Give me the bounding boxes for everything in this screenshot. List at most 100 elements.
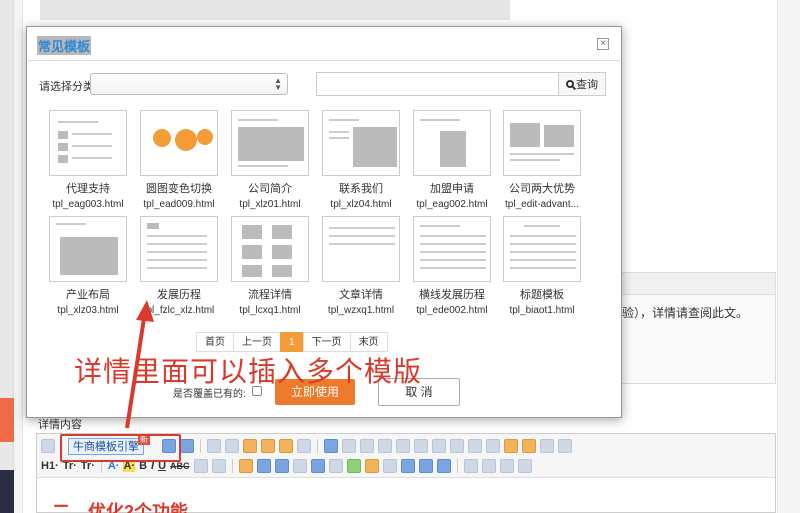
close-icon[interactable]: × [597, 38, 609, 50]
paste-text-icon[interactable] [261, 439, 275, 453]
strikethrough-button[interactable]: ABC [170, 461, 190, 471]
template-filename: tpl_fzlc_xlz.html [143, 305, 215, 316]
template-thumbnail[interactable] [140, 216, 218, 282]
unordered-list-icon[interactable] [450, 439, 464, 453]
template-grid: 代理支持 tpl_eag003.html 圆图变色切换 tpl_ead009.html… [35, 103, 613, 317]
sidebar-active-tab[interactable] [0, 398, 14, 442]
template-name: 横线发展历程 [419, 289, 485, 301]
template-filename: tpl_lcxq1.html [239, 305, 301, 316]
template-thumbnail[interactable] [231, 110, 309, 176]
template-thumbnail[interactable] [49, 110, 127, 176]
template-filename: tpl_xlz03.html [57, 305, 119, 316]
select-all-icon[interactable] [540, 439, 554, 453]
pager-next[interactable]: 下一页 [302, 332, 351, 352]
category-select[interactable]: ▲ ▼ [90, 73, 288, 95]
template-filename: tpl_ead009.html [143, 199, 215, 210]
template-name: 联系我们 [339, 183, 383, 195]
template-thumbnail[interactable] [322, 216, 400, 282]
cut-icon[interactable] [207, 439, 221, 453]
subscript-icon[interactable] [468, 439, 482, 453]
side-panel [620, 272, 776, 384]
category-label: 请选择分类 [39, 81, 94, 93]
template-card[interactable]: 横线发展历程 tpl_ede002.html [413, 216, 491, 316]
pager-last[interactable]: 末页 [349, 332, 388, 352]
code-icon[interactable] [346, 459, 361, 473]
align-center-icon[interactable] [342, 439, 356, 453]
print-icon[interactable] [297, 439, 311, 453]
multi-image-icon[interactable] [274, 459, 289, 473]
template-thumbnail[interactable] [503, 216, 581, 282]
dialog-title: 常见模板 [37, 36, 92, 55]
image-icon[interactable] [256, 459, 271, 473]
align-left-icon[interactable] [324, 439, 338, 453]
template-card[interactable]: 联系我们 tpl_xlz04.html [322, 110, 400, 210]
template-card[interactable]: 流程详情 tpl_lcxq1.html [231, 216, 309, 316]
expand-icon[interactable] [558, 439, 572, 453]
template-name: 圆图变色切换 [146, 183, 212, 195]
template-thumbnail[interactable] [231, 216, 309, 282]
eraser-icon[interactable] [211, 459, 226, 473]
template-card[interactable]: 圆图变色切换 tpl_ead009.html [140, 110, 218, 210]
link-icon[interactable] [238, 459, 253, 473]
template-thumbnail[interactable] [322, 110, 400, 176]
indent-icon[interactable] [396, 439, 410, 453]
table-icon[interactable] [193, 459, 208, 473]
ordered-list-icon[interactable] [432, 439, 446, 453]
template-thumbnail[interactable] [413, 110, 491, 176]
align-justify-icon[interactable] [378, 439, 392, 453]
redo-icon[interactable] [180, 439, 194, 453]
source-icon[interactable] [41, 439, 55, 453]
preview-icon[interactable] [499, 459, 514, 473]
attachment-icon[interactable] [292, 459, 307, 473]
copy-icon[interactable] [225, 439, 239, 453]
search-input[interactable] [316, 72, 559, 96]
search-button[interactable]: 查询 [558, 72, 606, 96]
search-button-label: 查询 [576, 79, 598, 91]
superscript-icon[interactable] [486, 439, 500, 453]
paste-word-icon[interactable] [279, 439, 293, 453]
hyperlink-icon[interactable] [418, 459, 433, 473]
pager-current[interactable]: 1 [280, 332, 304, 352]
template-name: 加盟申请 [430, 183, 474, 195]
special-char-icon[interactable] [463, 459, 478, 473]
page-top-bar [40, 0, 510, 20]
template-thumbnail[interactable] [503, 110, 581, 176]
template-filename: tpl_ede002.html [416, 305, 488, 316]
outdent-icon[interactable] [414, 439, 428, 453]
template-card[interactable]: 文章详情 tpl_wzxq1.html [322, 216, 400, 316]
side-panel-text: 验），详情请查阅此文。 [622, 306, 749, 320]
template-thumbnail[interactable] [140, 110, 218, 176]
template-card[interactable]: 加盟申请 tpl_eag002.html [413, 110, 491, 210]
template-filename: tpl_eag003.html [52, 199, 124, 210]
template-filename: tpl_biaot1.html [509, 305, 575, 316]
template-card[interactable]: 标题模板 tpl_biaot1.html [503, 216, 581, 316]
pager-first[interactable]: 首页 [196, 332, 234, 352]
page-break-icon[interactable] [517, 459, 532, 473]
pager-prev[interactable]: 上一页 [233, 332, 281, 352]
template-card[interactable]: 代理支持 tpl_eag003.html [49, 110, 127, 210]
unlink-icon[interactable] [436, 459, 451, 473]
heading-dropdown[interactable]: H1· [41, 460, 59, 472]
emoji-icon[interactable] [364, 459, 379, 473]
template-card[interactable]: 公司简介 tpl_xlz01.html [231, 110, 309, 210]
template-card[interactable]: 发展历程 tpl_fzlc_xlz.html [140, 216, 218, 316]
template-card[interactable]: 公司两大优势 tpl_edit-advant... [503, 110, 581, 210]
map-icon[interactable] [310, 459, 325, 473]
template-thumbnail[interactable] [413, 216, 491, 282]
dialog-header: 常见模板 × [27, 27, 621, 61]
paste-icon[interactable] [243, 439, 257, 453]
align-right-icon[interactable] [360, 439, 374, 453]
select-arrows-icon: ▲ ▼ [274, 76, 282, 92]
anchor-icon[interactable] [400, 459, 415, 473]
date-icon[interactable] [382, 459, 397, 473]
template-name: 公司两大优势 [509, 183, 575, 195]
clear-format-icon[interactable] [504, 439, 518, 453]
insert-frame-icon[interactable] [328, 459, 343, 473]
template-card[interactable]: 产业布局 tpl_xlz03.html [49, 216, 127, 316]
template-name: 代理支持 [66, 183, 110, 195]
template-thumbnail[interactable] [49, 216, 127, 282]
search-replace-icon[interactable] [481, 459, 496, 473]
format-brush-icon[interactable] [522, 439, 536, 453]
template-name: 标题模板 [520, 289, 564, 301]
template-name: 发展历程 [157, 289, 201, 301]
